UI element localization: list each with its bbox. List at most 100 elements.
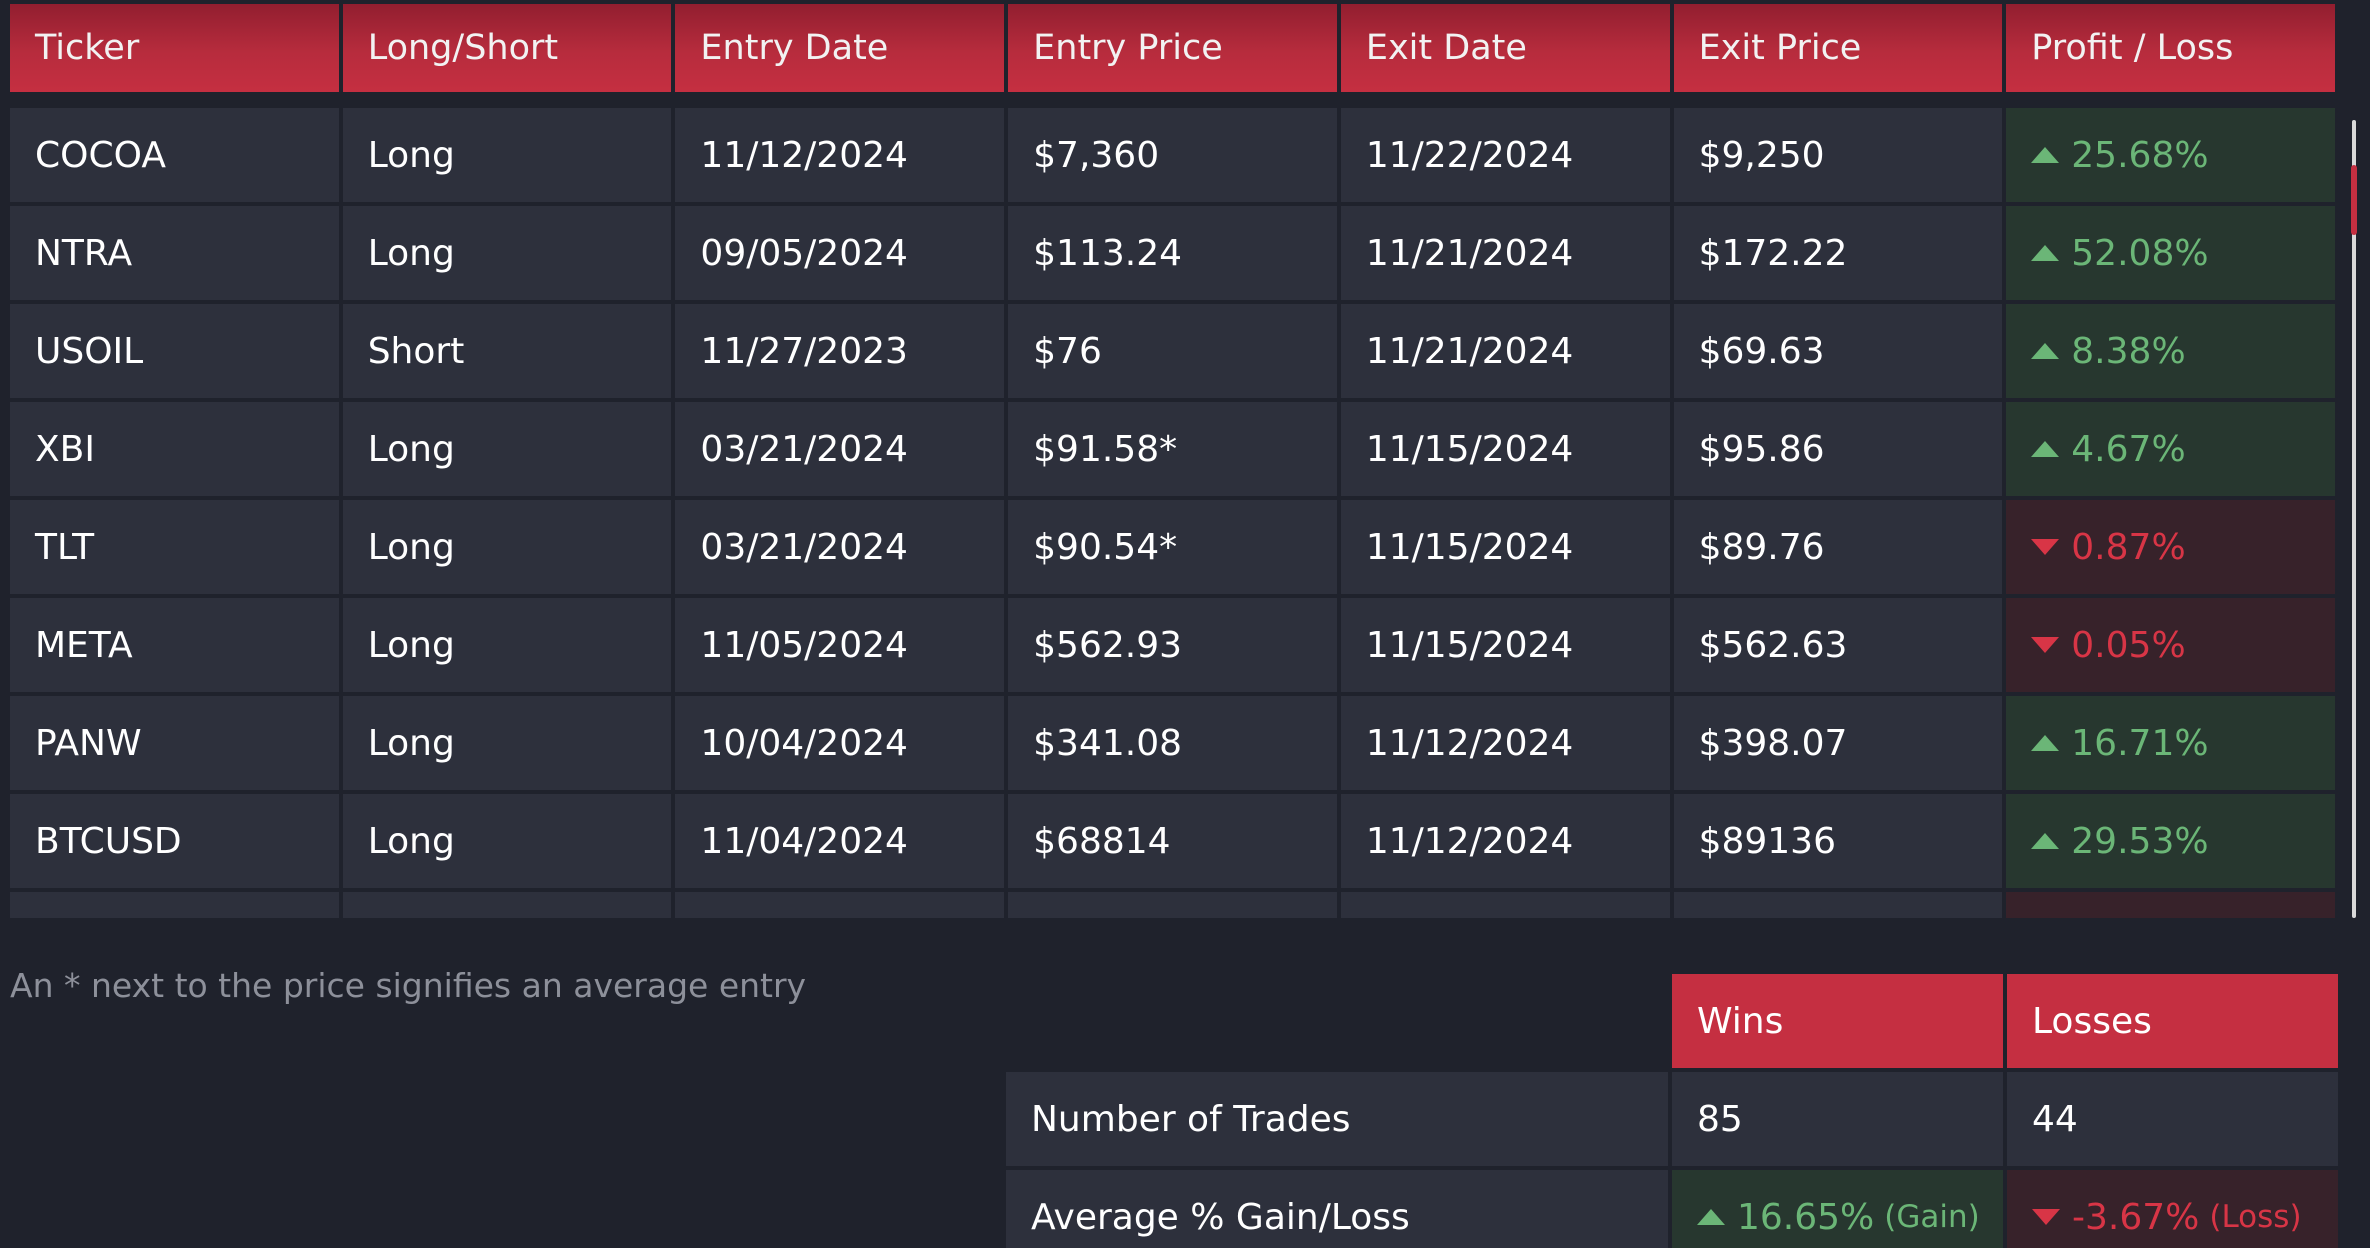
arrow-up-icon (2031, 833, 2060, 849)
summary-header-row: Wins Losses (1006, 974, 2338, 1068)
arrow-up-icon (2031, 343, 2060, 359)
summary-average-gain-value: 16.65% (1737, 1196, 1875, 1238)
cell-entry-price: $7,360 (1008, 108, 1337, 202)
cell-exit-price: $9,250 (1673, 108, 2003, 202)
cell-ticker: USOIL (10, 304, 339, 398)
cell-profit-loss: 25.68% (2006, 108, 2335, 202)
cell-exit-price: $562.63 (1673, 598, 2003, 692)
cell-exit-price: $398.07 (1673, 696, 2003, 790)
cell-ticker: META (10, 598, 339, 692)
cell-profit-loss: 0.05% (2006, 598, 2335, 692)
cell-entry-price: $562.93 (1008, 598, 1337, 692)
cell-long-short: Long (342, 598, 672, 692)
cell-exit-price: $69.63 (1673, 304, 2003, 398)
cell-entry-price: $113.24 (1008, 206, 1337, 300)
arrow-down-icon (2031, 637, 2060, 653)
cell-profit-loss: 0.87% (2006, 500, 2335, 594)
table-scrollbar-thumb[interactable] (2351, 165, 2357, 235)
cell-long-short: Long (342, 500, 672, 594)
cell-exit-date: 11/15/2024 (1340, 598, 1670, 692)
summary-average-loss: -3.67% (Loss) (2007, 1170, 2338, 1248)
cell-exit-date: 11/12/2024 (1340, 794, 1670, 888)
profit-loss-value: 8.38% (2071, 330, 2186, 372)
profit-loss-value: 25.68% (2071, 134, 2209, 176)
cell-entry-price: $68814 (1008, 794, 1337, 888)
summary-losses-count: 44 (2007, 1072, 2338, 1166)
summary-label: Number of Trades (1006, 1072, 1668, 1166)
cell-profit-loss: 29.53% (2006, 794, 2335, 888)
cell-long-short: Long (342, 794, 672, 888)
cell-exit-price: $89136 (1673, 794, 2003, 888)
cell-exit-date: 11/21/2024 (1340, 206, 1670, 300)
summary-average-gain: 16.65% (Gain) (1672, 1170, 2003, 1248)
arrow-up-icon (2031, 441, 2060, 457)
arrow-up-icon (1697, 1209, 1725, 1225)
summary-average-gain-suffix: (Gain) (1884, 1199, 1980, 1235)
cell-entry-date: 09/05/2024 (675, 206, 1005, 300)
cell-entry-price (1008, 892, 1337, 918)
cell-long-short: Long (342, 402, 672, 496)
column-header-exit-date[interactable]: Exit Date (1340, 4, 1670, 92)
win-loss-summary-table: Wins Losses Number of Trades 85 44 Avera… (1006, 974, 2338, 1248)
profit-loss-value: 16.71% (2071, 722, 2209, 764)
cell-profit-loss: 4.67% (2006, 402, 2335, 496)
cell-entry-price: $91.58* (1008, 402, 1337, 496)
summary-header-wins: Wins (1672, 974, 2003, 1068)
cell-long-short (342, 892, 672, 918)
profit-loss-value: 29.53% (2071, 820, 2209, 862)
column-header-ticker[interactable]: Ticker (10, 4, 339, 92)
trades-table: Ticker Long/Short Entry Date Entry Price… (10, 4, 2335, 918)
cell-ticker: COCOA (10, 108, 339, 202)
column-header-entry-date[interactable]: Entry Date (675, 4, 1005, 92)
arrow-down-icon (2031, 539, 2060, 555)
table-scrollbar-track[interactable] (2352, 120, 2356, 918)
cell-exit-price (1673, 892, 2003, 918)
cell-exit-date: 11/15/2024 (1340, 402, 1670, 496)
cell-long-short: Short (342, 304, 672, 398)
cell-ticker: BTCUSD (10, 794, 339, 888)
profit-loss-value: 0.05% (2071, 624, 2186, 666)
cell-exit-date: 11/12/2024 (1340, 696, 1670, 790)
summary-header-losses: Losses (2007, 974, 2338, 1068)
summary-average-loss-suffix: (Loss) (2209, 1199, 2302, 1235)
cell-profit-loss: 52.08% (2006, 206, 2335, 300)
summary-row-average-gain-loss: Average % Gain/Loss 16.65% (Gain) -3.67%… (1006, 1170, 2338, 1248)
cell-entry-price: $341.08 (1008, 696, 1337, 790)
column-header-profit-loss[interactable]: Profit / Loss (2006, 4, 2335, 92)
cell-entry-date: 11/04/2024 (675, 794, 1005, 888)
cell-entry-date: 03/21/2024 (675, 402, 1005, 496)
cell-ticker (10, 892, 339, 918)
cell-profit-loss: 8.38% (2006, 304, 2335, 398)
cell-ticker: NTRA (10, 206, 339, 300)
cell-entry-price: $90.54* (1008, 500, 1337, 594)
cell-entry-date (675, 892, 1005, 918)
trades-table-scroll-area[interactable]: Ticker Long/Short Entry Date Entry Price… (10, 4, 2335, 918)
cell-exit-price: $172.22 (1673, 206, 2003, 300)
summary-wins-count: 85 (1672, 1072, 2003, 1166)
cell-exit-date: 11/21/2024 (1340, 304, 1670, 398)
cell-ticker: XBI (10, 402, 339, 496)
arrow-up-icon (2031, 735, 2060, 751)
cell-exit-date (1340, 892, 1670, 918)
cell-exit-date: 11/15/2024 (1340, 500, 1670, 594)
cell-entry-date: 11/05/2024 (675, 598, 1005, 692)
average-entry-footnote: An * next to the price signifies an aver… (10, 966, 807, 1005)
summary-row-number-of-trades: Number of Trades 85 44 (1006, 1072, 2338, 1166)
cell-long-short: Long (342, 206, 672, 300)
cell-entry-date: 10/04/2024 (675, 696, 1005, 790)
cell-entry-price: $76 (1008, 304, 1337, 398)
arrow-down-icon (2032, 1209, 2060, 1225)
summary-header-blank (1006, 974, 1668, 1068)
trade-history-page: Ticker Long/Short Entry Date Entry Price… (0, 0, 2370, 1248)
column-header-exit-price[interactable]: Exit Price (1673, 4, 2003, 92)
cell-ticker: PANW (10, 696, 339, 790)
profit-loss-value: 0.87% (2071, 526, 2186, 568)
profit-loss-value: 52.08% (2071, 232, 2209, 274)
profit-loss-value: 4.67% (2071, 428, 2186, 470)
arrow-up-icon (2031, 147, 2060, 163)
column-header-long-short[interactable]: Long/Short (342, 4, 672, 92)
summary-label: Average % Gain/Loss (1006, 1170, 1668, 1248)
cell-profit-loss (2006, 892, 2335, 918)
cell-exit-price: $95.86 (1673, 402, 2003, 496)
column-header-entry-price[interactable]: Entry Price (1008, 4, 1337, 92)
